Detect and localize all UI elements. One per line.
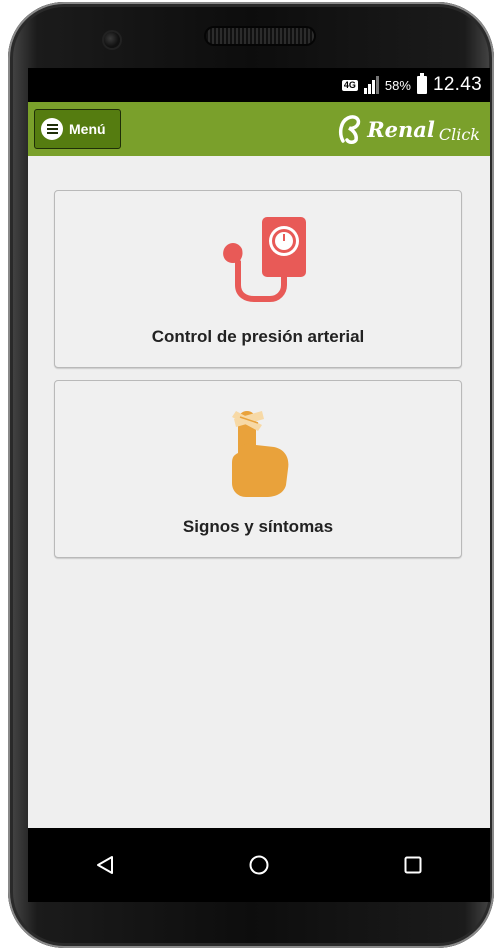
home-circle-icon	[249, 855, 269, 875]
signal-strength-icon	[363, 76, 379, 94]
hamburger-menu-icon	[41, 118, 63, 140]
status-bar: 4G 58% 12.43	[28, 68, 490, 102]
card-label: Signos y síntomas	[182, 517, 334, 536]
battery-percent: 58%	[384, 77, 411, 93]
bandaged-finger-icon	[232, 411, 289, 497]
recent-apps-button[interactable]	[393, 845, 433, 885]
card-blood-pressure-control[interactable]: Control de presión arterial	[54, 190, 462, 368]
menu-button[interactable]: Menú	[34, 109, 121, 149]
renal-logo-icon	[339, 115, 361, 144]
status-clock: 12.43	[432, 74, 482, 95]
network-type-badge: 4G	[341, 79, 358, 91]
blood-pressure-monitor-icon	[223, 217, 306, 302]
front-camera	[104, 32, 120, 48]
logo-text: Renal	[367, 116, 435, 142]
home-button[interactable]	[239, 845, 279, 885]
recent-apps-square-icon	[404, 856, 422, 874]
menu-button-label: Menú	[69, 121, 106, 137]
logo-subtext: Click	[438, 124, 480, 144]
card-signs-symptoms[interactable]: Signos y síntomas	[54, 380, 462, 558]
app-bar: Menú Renal Click	[28, 102, 490, 156]
back-button[interactable]	[85, 845, 125, 885]
earpiece-speaker	[206, 28, 314, 44]
screen: 4G 58% 12.43 Menú Renal Click Control de…	[28, 68, 490, 902]
battery-icon	[416, 73, 427, 94]
android-navigation-bar	[28, 828, 490, 902]
card-label: Control de presión arterial	[151, 327, 365, 346]
app-logo: Renal Click	[337, 114, 480, 144]
back-triangle-icon	[97, 856, 113, 874]
